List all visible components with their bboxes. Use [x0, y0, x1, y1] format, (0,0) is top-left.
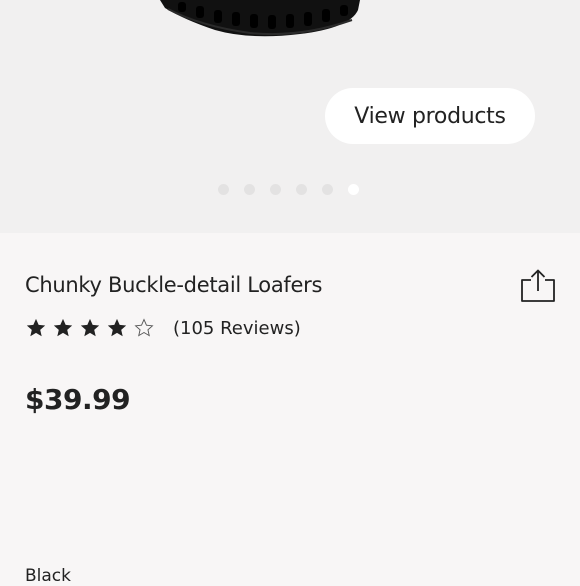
product-rating: (105 Reviews) — [25, 317, 301, 339]
star-outline-icon — [134, 318, 154, 337]
product-image — [160, 0, 360, 37]
product-price: $39.99 — [25, 383, 131, 416]
share-icon — [521, 269, 555, 302]
star-filled-icon — [53, 318, 73, 337]
reviews-link[interactable]: (105 Reviews) — [173, 318, 301, 339]
star-filled-icon — [26, 318, 46, 337]
carousel-dot[interactable] — [296, 184, 307, 195]
selected-color-label: Black — [25, 566, 71, 586]
carousel-dot[interactable] — [244, 184, 255, 195]
rating-stars — [25, 317, 155, 339]
carousel-dot[interactable] — [218, 184, 229, 195]
star-filled-icon — [107, 318, 127, 337]
share-button[interactable] — [518, 268, 558, 304]
product-image-carousel[interactable]: View products — [0, 0, 580, 233]
carousel-dot-active[interactable] — [348, 184, 359, 195]
carousel-indicators — [218, 184, 359, 195]
star-filled-icon — [80, 318, 100, 337]
product-title: Chunky Buckle-detail Loafers — [25, 273, 323, 297]
view-products-button[interactable]: View products — [325, 88, 535, 144]
carousel-dot[interactable] — [322, 184, 333, 195]
carousel-dot[interactable] — [270, 184, 281, 195]
